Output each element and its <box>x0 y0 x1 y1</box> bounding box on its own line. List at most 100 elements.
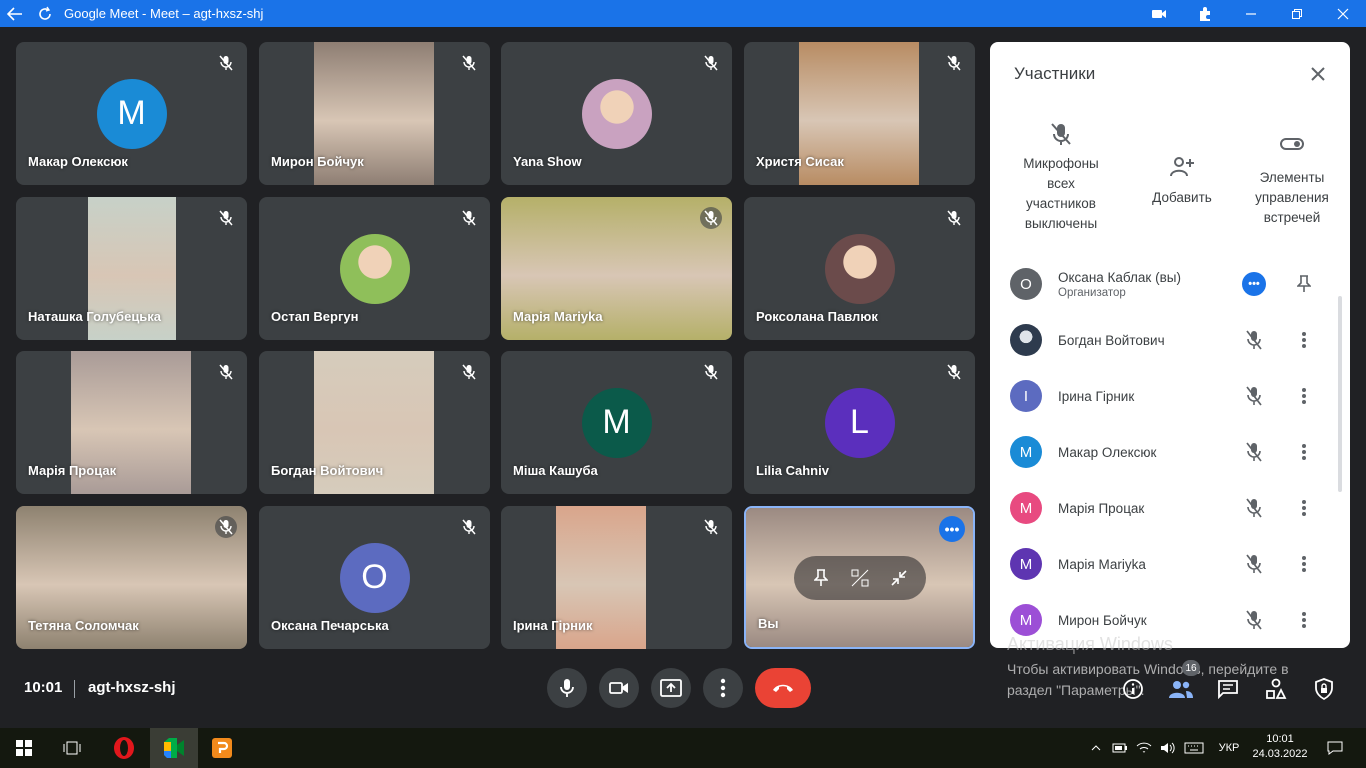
more-options-icon[interactable]: ••• <box>1242 272 1266 296</box>
participant-tile[interactable]: Остап Вергун <box>259 197 490 340</box>
tile-profile-photo <box>339 233 410 304</box>
present-screen-button[interactable] <box>651 668 691 708</box>
participant-tile[interactable]: Богдан Войтович <box>259 351 490 494</box>
more-vertical-icon[interactable] <box>1292 328 1316 352</box>
participants-button[interactable] <box>1168 676 1194 702</box>
mic-off-icon <box>215 361 237 383</box>
mic-off-icon <box>215 52 237 74</box>
minimize-icon[interactable] <box>1228 0 1274 27</box>
mic-off-icon[interactable] <box>1242 440 1266 464</box>
participant-tile[interactable]: O Оксана Печарська <box>259 506 490 649</box>
participant-name: Богдан Войтович <box>271 463 384 478</box>
windows-start-icon[interactable] <box>0 728 48 768</box>
network-icon[interactable] <box>1134 728 1154 768</box>
restore-icon[interactable] <box>1274 0 1320 27</box>
participant-tile[interactable]: Вы ••• <box>744 506 975 649</box>
self-tile-controls <box>794 556 926 600</box>
participant-row[interactable]: I Ірина Гірник <box>990 368 1334 424</box>
participant-tile[interactable]: Наташка Голубецька <box>16 197 247 340</box>
google-meet-taskbar-icon[interactable] <box>150 728 198 768</box>
panel-scrollbar[interactable] <box>1338 296 1342 492</box>
pin-icon[interactable] <box>1292 272 1316 296</box>
toggle-icon <box>1244 136 1340 162</box>
participant-tile[interactable]: Ірина Гірник <box>501 506 732 649</box>
camera-icon[interactable] <box>1136 0 1182 27</box>
microphone-button[interactable] <box>547 668 587 708</box>
battery-icon[interactable] <box>1110 728 1130 768</box>
end-call-button[interactable] <box>755 668 811 708</box>
participant-tile[interactable]: Марія Процак <box>16 351 247 494</box>
mic-off-icon <box>458 516 480 538</box>
volume-icon[interactable] <box>1158 728 1178 768</box>
participant-text: Макар Олексюк <box>1058 445 1156 460</box>
camera-button[interactable] <box>599 668 639 708</box>
mic-off-icon <box>458 52 480 74</box>
participant-name: Марія Процак <box>28 463 117 478</box>
participant-tile[interactable]: M Макар Олексюк <box>16 42 247 185</box>
add-person-icon <box>1140 156 1224 182</box>
mute-all-action[interactable]: Микрофоны всех участников выключены <box>1014 122 1108 234</box>
participant-row[interactable]: Богдан Войтович <box>990 312 1334 368</box>
meeting-details-button[interactable] <box>1120 676 1146 702</box>
more-options-icon[interactable]: ••• <box>939 516 965 542</box>
watermark-title: Активация Windows <box>1007 634 1173 654</box>
mic-off-icon <box>458 207 480 229</box>
mic-off-icon[interactable] <box>1242 552 1266 576</box>
participant-row[interactable]: О Оксана Каблак (вы) Организатор ••• <box>990 256 1334 312</box>
keyboard-icon[interactable] <box>1182 728 1206 768</box>
language-indicator[interactable]: УКР <box>1212 728 1246 768</box>
participant-name: Yana Show <box>513 154 582 169</box>
participant-row[interactable]: M Макар Олексюк <box>990 424 1334 480</box>
extension-icon[interactable] <box>1182 0 1228 27</box>
chat-icon <box>1218 680 1238 699</box>
back-arrow-icon[interactable] <box>0 0 30 27</box>
activities-button[interactable] <box>1263 676 1289 702</box>
pin-icon[interactable] <box>809 566 833 590</box>
meeting-time: 10:01 <box>24 679 63 696</box>
opera-browser-icon[interactable] <box>100 728 148 768</box>
more-vertical-icon[interactable] <box>1292 608 1316 632</box>
mic-off-icon <box>215 207 237 229</box>
notifications-icon[interactable] <box>1320 728 1350 768</box>
mic-off-icon[interactable] <box>1242 496 1266 520</box>
mic-off-icon[interactable] <box>1242 328 1266 352</box>
tile-avatar: M <box>96 78 167 149</box>
add-people-action[interactable]: Добавить <box>1140 156 1224 208</box>
taskbar-clock[interactable]: 10:01 24.03.2022 <box>1250 732 1310 762</box>
window-titlebar: Google Meet - Meet – agt-hxsz-shj <box>0 0 1366 27</box>
participant-tile[interactable]: Yana Show <box>501 42 732 185</box>
close-window-icon[interactable] <box>1320 0 1366 27</box>
tray-chevron-icon[interactable] <box>1086 728 1106 768</box>
mic-off-icon[interactable] <box>1242 608 1266 632</box>
mic-off-icon <box>458 361 480 383</box>
host-controls-action[interactable]: Элементы управления встречей <box>1244 136 1340 228</box>
participant-tile[interactable]: Роксолана Павлюк <box>744 197 975 340</box>
tile-layout-icon[interactable] <box>848 566 872 590</box>
task-view-icon[interactable] <box>48 728 96 768</box>
more-vertical-icon[interactable] <box>1292 552 1316 576</box>
participant-tile[interactable]: Тетяна Соломчак <box>16 506 247 649</box>
more-options-button[interactable] <box>703 668 743 708</box>
host-controls-button[interactable] <box>1311 676 1337 702</box>
participant-tile[interactable]: Марія Маriyka <box>501 197 732 340</box>
mic-off-icon[interactable] <box>1242 384 1266 408</box>
reload-icon[interactable] <box>30 0 60 27</box>
participant-tile[interactable]: Христя Сисак <box>744 42 975 185</box>
more-vertical-icon[interactable] <box>1292 496 1316 520</box>
more-vertical-icon[interactable] <box>1292 384 1316 408</box>
participant-tile[interactable]: M Міша Кашуба <box>501 351 732 494</box>
close-panel-icon[interactable] <box>1306 62 1330 86</box>
more-vertical-icon[interactable] <box>1292 440 1316 464</box>
host-controls-label: Элементы управления встречей <box>1255 170 1329 225</box>
mic-off-icon <box>700 207 722 229</box>
minimize-tile-icon[interactable] <box>887 566 911 590</box>
participant-row[interactable]: M Марія Процак <box>990 480 1334 536</box>
pdf-app-icon[interactable] <box>198 728 246 768</box>
mic-off-icon <box>700 52 722 74</box>
participant-name: Марія Процак <box>1058 500 1145 516</box>
participant-row[interactable]: M Марія Маriyka <box>990 536 1334 592</box>
participant-tile[interactable]: L Lilia Cahniv <box>744 351 975 494</box>
participant-avatar: О <box>1010 268 1042 300</box>
participant-tile[interactable]: Мирон Бойчук <box>259 42 490 185</box>
chat-button[interactable] <box>1215 676 1241 702</box>
